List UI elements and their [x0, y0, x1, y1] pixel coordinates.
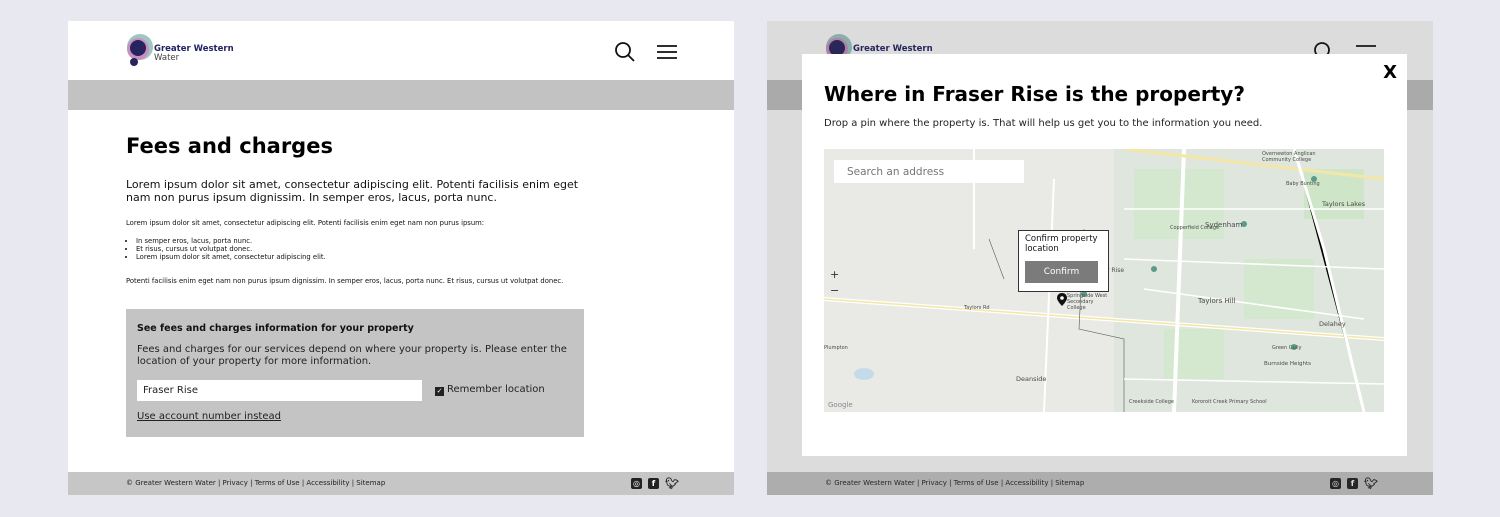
- location-input[interactable]: [137, 380, 422, 401]
- map[interactable]: Sydenham Taylors Hill Taylors Lakes Dela…: [824, 149, 1384, 412]
- lead-paragraph: Lorem ipsum dolor sit amet, consectetur …: [126, 178, 579, 204]
- logo[interactable]: Greater Western Water: [126, 33, 246, 73]
- twitter-icon[interactable]: 🐦︎: [665, 478, 679, 489]
- map-label-kororoit: Kororoit Creek Primary School: [1192, 399, 1267, 405]
- map-label-burnside-heights: Burnside Heights: [1264, 361, 1311, 367]
- map-label-plumpton: Plumpton: [824, 345, 848, 351]
- modal-title: Where in Fraser Rise is the property?: [824, 82, 1245, 106]
- bullet-list: In semper eros, lacus, porta nunc. Et ri…: [126, 237, 326, 261]
- zoom-out-button[interactable]: −: [830, 283, 839, 299]
- footer-links[interactable]: © Greater Western Water | Privacy | Term…: [126, 479, 385, 487]
- logo-subtitle: Water: [154, 53, 180, 63]
- map-label-taylors-rd: Taylors Rd: [964, 305, 990, 311]
- map-label-taylors-hill: Taylors Hill: [1198, 297, 1236, 305]
- map-google-logo: Google: [828, 401, 853, 409]
- confirm-location-popup: Confirm property location Confirm: [1018, 230, 1109, 292]
- remember-location-label: Remember location: [447, 384, 545, 395]
- search-icon[interactable]: [614, 41, 638, 63]
- site-footer: © Greater Western Water | Privacy | Term…: [68, 472, 734, 495]
- list-item: In semper eros, lacus, porta nunc.: [136, 237, 326, 245]
- closing-paragraph: Potenti facilisis enim eget nam non puru…: [126, 277, 564, 285]
- remember-location-checkbox[interactable]: ✓ Remember location: [435, 384, 545, 396]
- use-account-number-link[interactable]: Use account number instead: [137, 411, 281, 422]
- zoom-in-button[interactable]: +: [830, 267, 839, 283]
- facebook-icon[interactable]: f: [648, 478, 659, 489]
- map-label-delahey: Delahey: [1319, 320, 1346, 328]
- address-search-input[interactable]: [834, 160, 1024, 183]
- popup-text: Confirm property location: [1025, 234, 1098, 254]
- fees-panel-description: Fees and charges for our services depend…: [137, 344, 567, 367]
- location-modal: X Where in Fraser Rise is the property? …: [802, 54, 1407, 456]
- list-item: Lorem ipsum dolor sit amet, consectetur …: [136, 253, 326, 261]
- map-pin-icon[interactable]: [1057, 293, 1067, 306]
- menu-icon[interactable]: [655, 41, 679, 63]
- site-header: Greater Western Water: [68, 21, 734, 80]
- logo-mark-icon: [127, 34, 153, 66]
- close-icon[interactable]: X: [1383, 62, 1397, 83]
- fees-lookup-panel: See fees and charges information for you…: [126, 309, 584, 437]
- fees-page: Greater Western Water Fees and charges L…: [68, 21, 734, 495]
- page-title: Fees and charges: [126, 134, 333, 158]
- fees-panel-title: See fees and charges information for you…: [137, 323, 414, 334]
- map-label-overnewton: Overnewton Anglican Community College: [1262, 151, 1316, 163]
- social-links: ◎ f 🐦︎: [631, 478, 679, 489]
- map-label-taylors-lakes: Taylors Lakes: [1322, 200, 1366, 208]
- modal-subtitle: Drop a pin where the property is. That w…: [824, 118, 1263, 129]
- confirm-button[interactable]: Confirm: [1025, 261, 1098, 283]
- map-label-springside: Springside West Secondary College: [1067, 293, 1108, 311]
- hero-band: [68, 80, 734, 110]
- map-label-copperfield: Copperfield College: [1170, 225, 1220, 231]
- map-label-baby-bunting: Baby Bunting: [1286, 181, 1320, 187]
- list-item: Et risus, cursus ut volutpat donec.: [136, 245, 326, 253]
- intro-paragraph: Lorem ipsum dolor sit amet, consectetur …: [126, 219, 485, 227]
- instagram-icon[interactable]: ◎: [631, 478, 642, 489]
- map-label-rise: r Rise: [1107, 267, 1125, 274]
- map-label-creekside: Creekside College: [1129, 399, 1174, 405]
- zoom-controls: + −: [830, 267, 839, 299]
- map-label-deanside: Deanside: [1016, 375, 1047, 383]
- checkbox-checked-icon[interactable]: ✓: [435, 387, 444, 396]
- map-label-green-gully: Green Gully: [1272, 345, 1302, 351]
